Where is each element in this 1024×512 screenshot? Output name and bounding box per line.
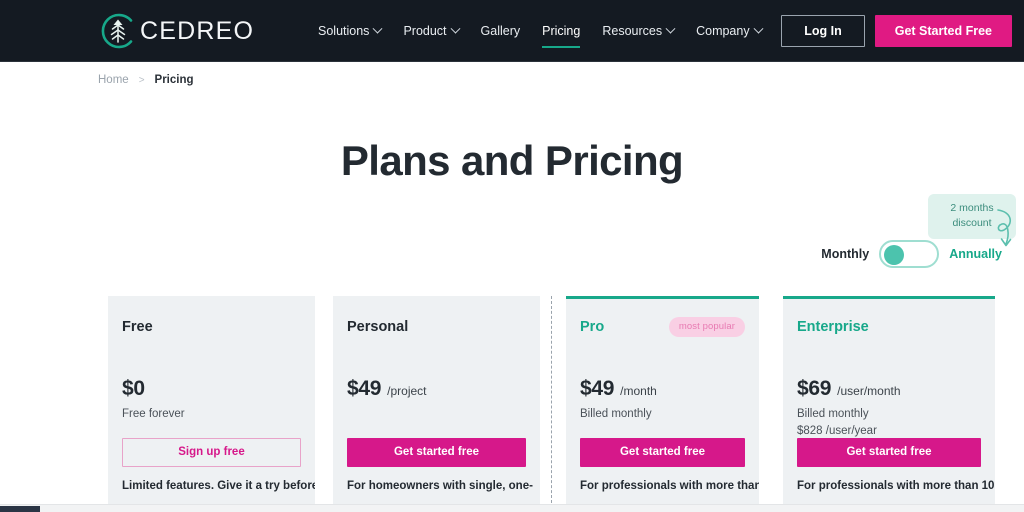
nav-item-pricing[interactable]: Pricing — [542, 0, 581, 62]
get-started-free-button-enterprise[interactable]: Get started free — [797, 438, 981, 467]
plan-price-row: $49 /project — [347, 377, 526, 401]
page-title: Plans and Pricing — [340, 137, 684, 184]
plan-name-pro: Pro — [580, 319, 605, 335]
plan-card-free: Free $0 Free forever Sign up free Limite… — [108, 296, 315, 512]
chevron-down-icon — [665, 23, 676, 34]
plan-price-unit-personal: /project — [387, 384, 427, 398]
plan-card-personal: Personal $49 /project Get started free F… — [333, 296, 540, 512]
scrollbar-thumb[interactable] — [0, 506, 40, 512]
plan-description-enterprise: For professionals with more than 10 — [797, 480, 995, 492]
plan-price-note2-enterprise: $828 /user/year — [797, 424, 877, 437]
horizontal-scrollbar[interactable] — [0, 504, 1024, 512]
plan-price-enterprise: $69 — [797, 377, 832, 400]
nav-label-solutions: Solutions — [318, 24, 370, 38]
plan-description-personal: For homeowners with single, one- — [347, 480, 533, 492]
get-started-free-button[interactable]: Get Started Free — [874, 15, 1012, 47]
plan-price-note-free: Free forever — [122, 408, 185, 420]
chevron-down-icon — [372, 23, 383, 34]
breadcrumb-home-link[interactable]: Home — [98, 74, 129, 86]
nav-item-product[interactable]: Product — [403, 0, 460, 62]
nav-label-company: Company — [696, 24, 750, 38]
cedreo-tree-logo-icon — [101, 13, 133, 49]
plan-header: Personal — [347, 318, 526, 336]
chevron-down-icon — [450, 23, 460, 34]
plan-header: Free — [122, 318, 301, 336]
header-actions: Log In Get Started Free — [781, 15, 1012, 47]
plan-card-pro: Pro most popular $49 /month Billed month… — [566, 296, 759, 512]
plan-card-enterprise: Enterprise $69 /user/month Billed monthl… — [783, 296, 995, 512]
nav-item-solutions[interactable]: Solutions — [318, 0, 383, 62]
most-popular-badge: most popular — [668, 317, 745, 337]
switch-knob — [884, 245, 905, 265]
breadcrumb-separator: > — [138, 74, 145, 86]
get-started-free-button-pro[interactable]: Get started free — [580, 438, 745, 467]
active-tab-underline — [542, 45, 581, 48]
plan-price-unit-enterprise: /user/month — [837, 384, 901, 398]
nav-item-company[interactable]: Company — [696, 0, 764, 62]
get-started-free-button-personal[interactable]: Get started free — [347, 438, 526, 467]
plan-group-divider — [551, 296, 552, 508]
nav-label-pricing: Pricing — [542, 24, 581, 38]
nav-label-product: Product — [403, 24, 447, 38]
plan-price-row: $0 — [122, 377, 301, 401]
nav-label-gallery: Gallery — [480, 24, 521, 38]
plan-price-free: $0 — [122, 377, 145, 400]
plan-price-pro: $49 — [580, 377, 615, 400]
site-header: CEDREO Solutions Product Gallery Pricing… — [0, 0, 1024, 62]
billing-toggle-group: Monthly Annually — [821, 240, 1002, 268]
plan-price-unit-pro: /month — [620, 384, 657, 398]
plan-description-pro: For professionals with more than 1 — [580, 480, 759, 492]
cedreo-logo[interactable]: CEDREO — [98, 11, 254, 51]
plan-header: Pro most popular — [580, 317, 745, 337]
sign-up-free-button[interactable]: Sign up free — [122, 438, 301, 467]
logo-text: CEDREO — [140, 16, 255, 45]
logo-wordmark: CEDREO — [140, 16, 255, 45]
plan-price-note-enterprise: Billed monthly — [797, 408, 869, 420]
nav-item-gallery[interactable]: Gallery — [481, 0, 521, 62]
plan-name-personal: Personal — [347, 319, 409, 335]
plan-cta-slot: Sign up free — [122, 438, 301, 467]
pricing-cards: Free $0 Free forever Sign up free Limite… — [0, 296, 1024, 512]
billing-monthly-label[interactable]: Monthly — [821, 247, 869, 261]
plan-price-row: $49 /month — [580, 377, 745, 401]
main-navigation: Solutions Product Gallery Pricing Resour… — [318, 0, 764, 62]
breadcrumb-current: Pricing — [154, 74, 194, 86]
plan-name-free: Free — [122, 319, 153, 335]
nav-item-resources[interactable]: Resources — [602, 0, 676, 62]
plan-description-free: Limited features. Give it a try before — [122, 480, 315, 492]
plan-cta-slot: Get started free — [797, 438, 981, 467]
nav-label-resources: Resources — [602, 24, 663, 38]
login-button[interactable]: Log In — [781, 15, 865, 47]
chevron-down-icon — [753, 23, 764, 34]
plan-header: Enterprise — [797, 318, 981, 336]
billing-period-switch[interactable] — [879, 240, 940, 268]
plan-price-note-pro: Billed monthly — [580, 408, 652, 420]
plan-price-row: $69 /user/month — [797, 377, 981, 401]
plan-cta-slot: Get started free — [347, 438, 526, 467]
plan-price-personal: $49 — [347, 377, 382, 400]
plan-cta-slot: Get started free — [580, 438, 745, 467]
billing-annually-label[interactable]: Annually — [949, 247, 1002, 261]
pricing-page: CEDREO Solutions Product Gallery Pricing… — [0, 0, 1024, 512]
plan-name-enterprise: Enterprise — [797, 319, 869, 335]
breadcrumb: Home > Pricing — [98, 74, 194, 86]
